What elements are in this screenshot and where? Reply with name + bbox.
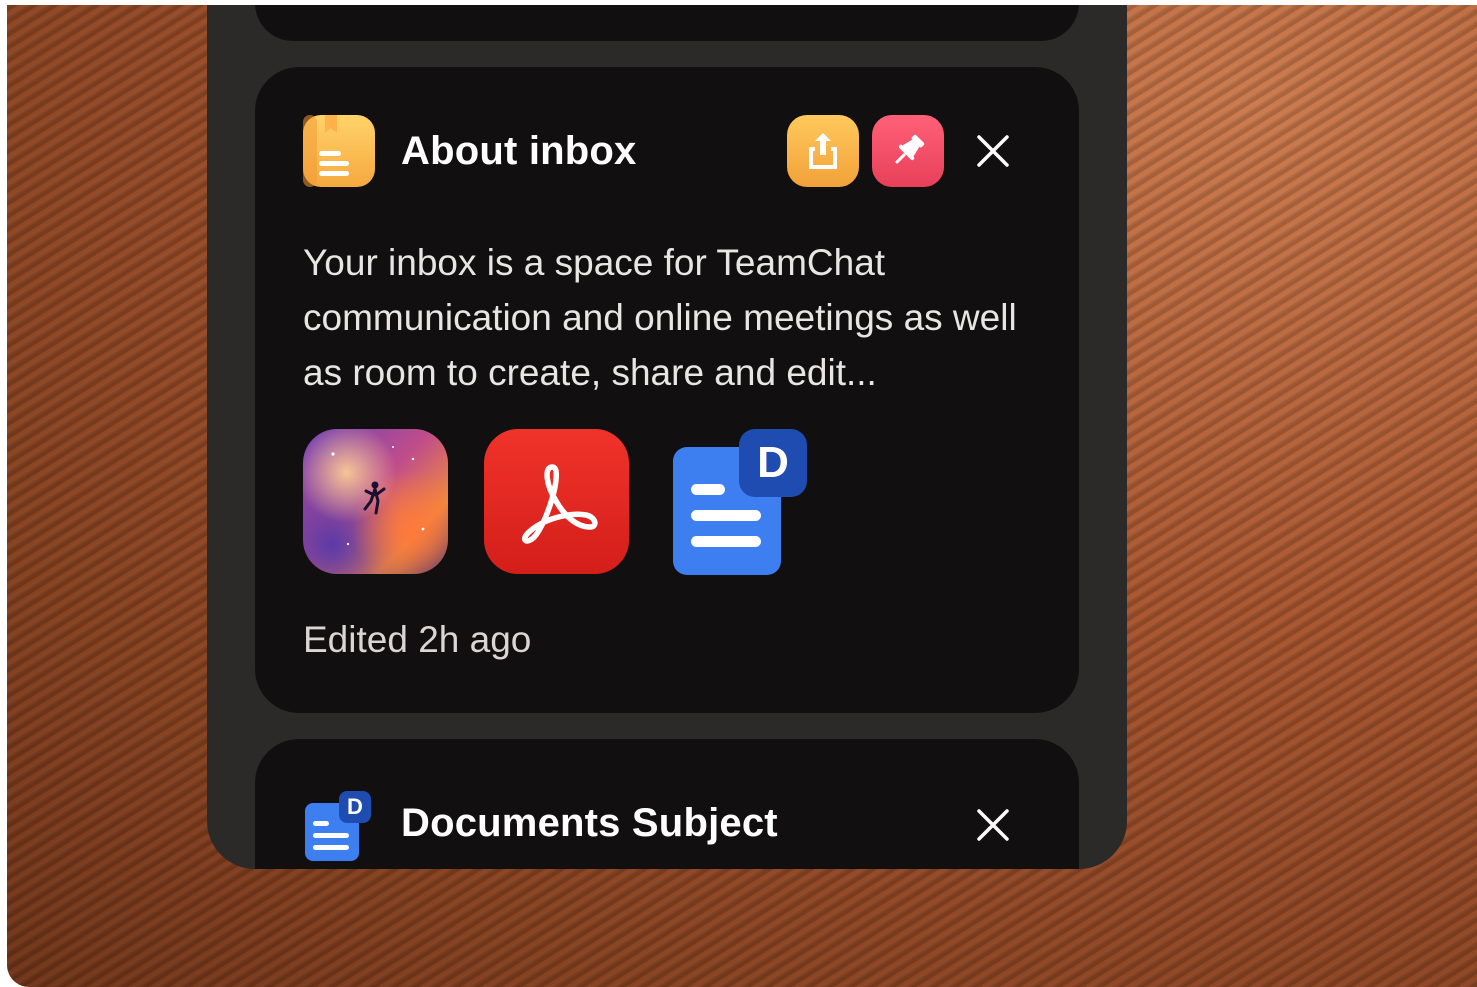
card-title: Documents Subject <box>401 801 778 845</box>
pdf-icon <box>521 463 598 544</box>
close-button[interactable] <box>971 803 1015 847</box>
doc-badge-letter: D <box>757 438 789 487</box>
pin-button[interactable] <box>872 115 944 187</box>
document-icon: D <box>303 791 373 863</box>
previous-card[interactable] <box>255 5 1079 41</box>
close-icon <box>977 135 1009 167</box>
pin-icon <box>895 134 925 164</box>
share-button[interactable] <box>787 115 859 187</box>
space-image-thumbnail[interactable] <box>303 429 448 574</box>
documents-subject-card[interactable]: D Documents Subject <box>255 739 1079 869</box>
pdf-attachment[interactable] <box>484 429 629 574</box>
close-button[interactable] <box>971 129 1015 173</box>
share-icon <box>809 133 837 169</box>
about-inbox-card[interactable]: About inbox Your inbox is a space for Te… <box>255 67 1079 713</box>
figure-silhouette-icon <box>331 446 425 546</box>
document-attachment[interactable]: D <box>669 429 809 579</box>
notes-icon <box>303 115 375 187</box>
card-title: About inbox <box>401 129 637 173</box>
close-icon <box>977 809 1009 841</box>
edited-timestamp: Edited 2h ago <box>303 619 532 660</box>
notes-panel: About inbox Your inbox is a space for Te… <box>207 5 1127 869</box>
doc-badge-letter: D <box>347 794 363 819</box>
card-description: Your inbox is a space for TeamChat commu… <box>303 242 1017 393</box>
attachment-list: D <box>303 429 823 579</box>
